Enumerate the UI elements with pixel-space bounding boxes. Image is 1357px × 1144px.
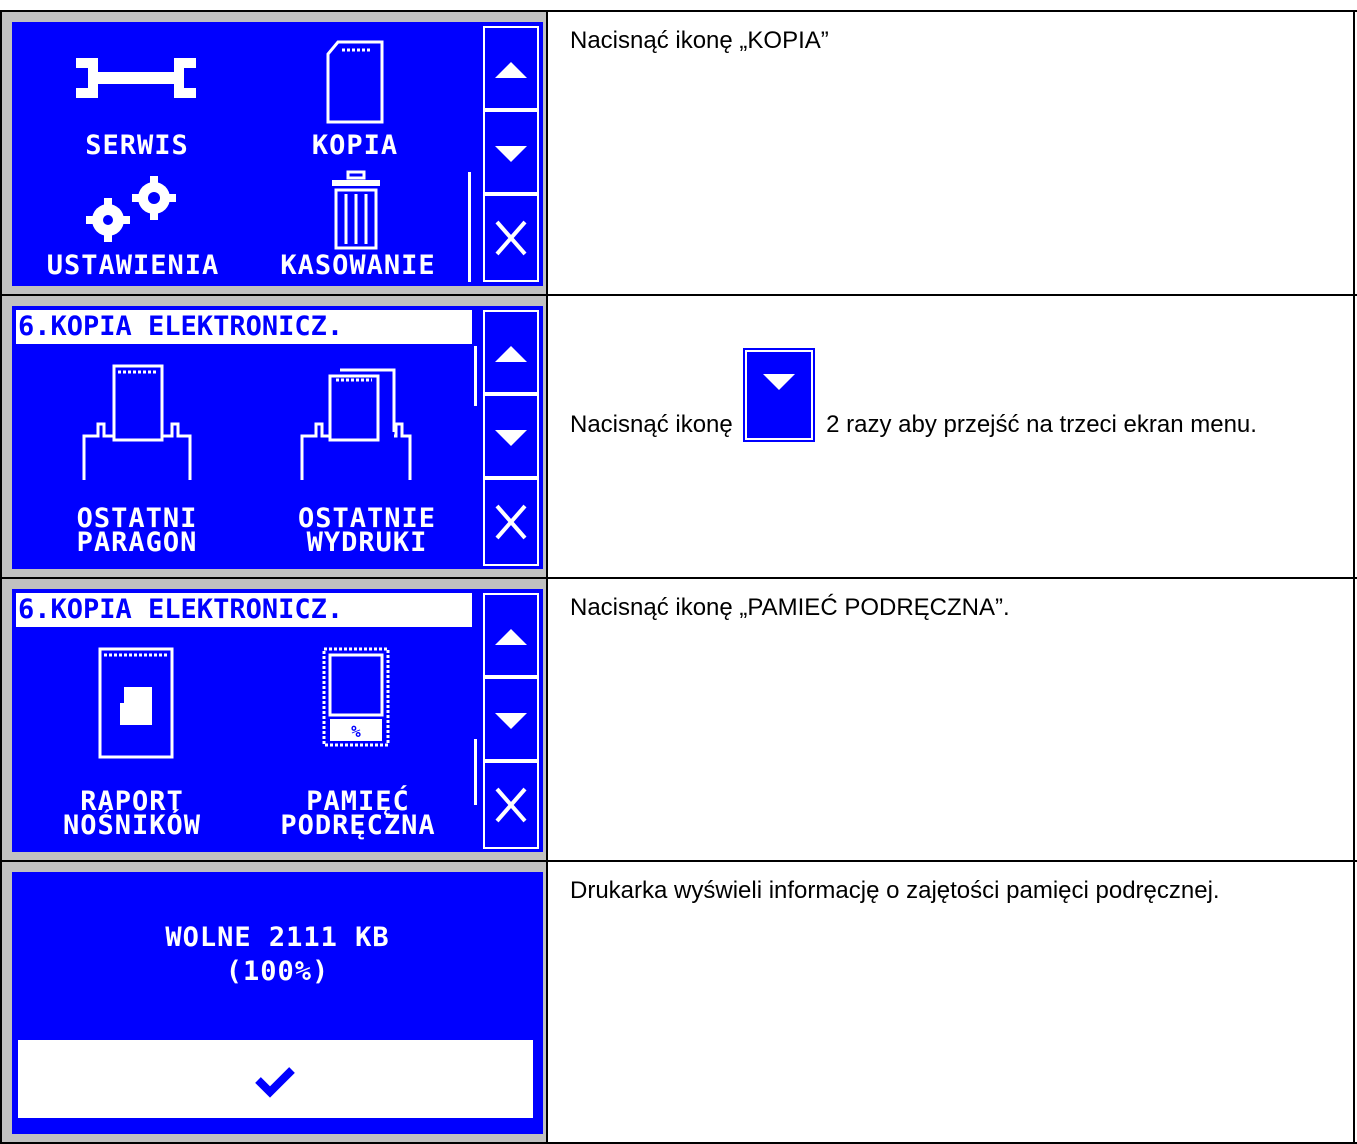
close-icon <box>495 504 527 540</box>
option-ostatnie-wydruki-line-2[interactable]: WYDRUKI <box>272 529 462 556</box>
close-button[interactable] <box>483 761 539 849</box>
instruction-text: Drukarka wyświeli informację o zajętości… <box>570 877 1220 904</box>
sd-card-icon[interactable] <box>326 40 384 124</box>
side-buttons <box>483 26 539 282</box>
checkmark-icon <box>255 1067 295 1098</box>
up-arrow-icon <box>495 62 527 78</box>
lcd-screen-memory-info: WOLNE 2111 KB (100%) <box>12 872 543 1134</box>
table-row: 6.KOPIA ELEKTRONICZ. OSTATNI PARAGON OST… <box>0 294 1357 579</box>
wrench-icon[interactable] <box>76 52 196 104</box>
description-cell: Drukarka wyświeli informację o zajętości… <box>550 862 1355 1142</box>
instruction-text-before: Nacisnąć ikonę <box>570 411 733 438</box>
screen-header: 6.KOPIA ELEKTRONICZ. <box>16 593 472 627</box>
table-row: SERWIS KOPIA USTAWIENIA KASOWANIE Nacisn… <box>0 10 1357 296</box>
description-cell: Nacisnąć ikonę „KOPIA” <box>550 12 1355 296</box>
instruction-text: Nacisnąć ikonę 2 razy aby przejść na trz… <box>570 348 1335 442</box>
up-arrow-icon <box>495 346 527 362</box>
screen-header: 6.KOPIA ELEKTRONICZ. <box>16 310 472 344</box>
gears-icon[interactable] <box>78 176 188 242</box>
instruction-text-after: 2 razy aby przejść na trzeci ekran menu. <box>826 411 1257 438</box>
down-button[interactable] <box>483 110 539 194</box>
instruction-table: SERWIS KOPIA USTAWIENIA KASOWANIE Nacisn… <box>0 0 1357 1144</box>
up-button[interactable] <box>483 310 539 394</box>
lcd-screen-main-menu: SERWIS KOPIA USTAWIENIA KASOWANIE <box>12 22 543 286</box>
close-icon <box>495 787 527 823</box>
option-raport-nosnikow-line-2[interactable]: NOŚNIKÓW <box>22 812 242 839</box>
down-arrow-icon <box>495 146 527 162</box>
confirm-button[interactable] <box>16 1038 535 1120</box>
screen-cell: 6.KOPIA ELEKTRONICZ. RAPORT NOŚNIKÓW % P… <box>0 579 548 862</box>
printer-receipt-icon[interactable] <box>82 362 192 482</box>
down-button[interactable] <box>483 677 539 761</box>
side-buttons <box>483 310 539 566</box>
table-row: WOLNE 2111 KB (100%) Drukarka wyświeli i… <box>0 860 1357 1144</box>
free-memory-percent: (100%) <box>225 956 330 987</box>
screen-cell: SERWIS KOPIA USTAWIENIA KASOWANIE <box>0 12 548 296</box>
option-ostatni-paragon-line-2[interactable]: PARAGON <box>42 529 232 556</box>
menu-item-kasowanie[interactable]: KASOWANIE <box>248 250 468 281</box>
memory-icon-percent: % <box>351 722 361 741</box>
lcd-screen-kopia-3: 6.KOPIA ELEKTRONICZ. RAPORT NOŚNIKÓW % P… <box>12 589 543 852</box>
screen-cell: 6.KOPIA ELEKTRONICZ. OSTATNI PARAGON OST… <box>0 296 548 579</box>
table-row: 6.KOPIA ELEKTRONICZ. RAPORT NOŚNIKÓW % P… <box>0 577 1357 862</box>
media-report-icon[interactable] <box>96 645 176 761</box>
description-cell: Nacisnąć ikonę „PAMIEĆ PODRĘCZNA”. <box>550 579 1355 862</box>
description-cell: Nacisnąć ikonę 2 razy aby przejść na trz… <box>550 296 1355 579</box>
close-button[interactable] <box>483 478 539 566</box>
lcd-screen-kopia-1: 6.KOPIA ELEKTRONICZ. OSTATNI PARAGON OST… <box>12 306 543 569</box>
instruction-text: Nacisnąć ikonę „KOPIA” <box>570 27 829 54</box>
down-button-inline <box>743 348 816 442</box>
down-arrow-icon <box>763 374 796 390</box>
scrollbar[interactable] <box>468 172 471 282</box>
up-button[interactable] <box>483 26 539 110</box>
option-pamiec-podreczna-line-2[interactable]: PODRĘCZNA <box>248 812 468 839</box>
close-icon <box>495 220 527 256</box>
scrollbar[interactable] <box>474 346 477 406</box>
down-arrow-icon <box>495 713 527 729</box>
scrollbar[interactable] <box>474 739 477 805</box>
memory-icon[interactable]: % <box>318 645 394 749</box>
free-memory-text: WOLNE 2111 KB <box>165 922 390 953</box>
menu-item-ustawienia[interactable]: USTAWIENIA <box>18 250 248 281</box>
printer-receipts-icon[interactable] <box>300 362 412 482</box>
trash-icon[interactable] <box>330 170 382 250</box>
down-button[interactable] <box>483 394 539 478</box>
down-arrow-icon <box>495 430 527 446</box>
menu-item-kopia[interactable]: KOPIA <box>280 130 430 161</box>
up-arrow-icon <box>495 629 527 645</box>
instruction-text: Nacisnąć ikonę „PAMIEĆ PODRĘCZNA”. <box>570 594 1010 621</box>
side-buttons <box>483 593 539 849</box>
close-button[interactable] <box>483 194 539 282</box>
screen-cell: WOLNE 2111 KB (100%) <box>0 862 548 1142</box>
menu-item-serwis[interactable]: SERWIS <box>52 130 222 161</box>
up-button[interactable] <box>483 593 539 677</box>
